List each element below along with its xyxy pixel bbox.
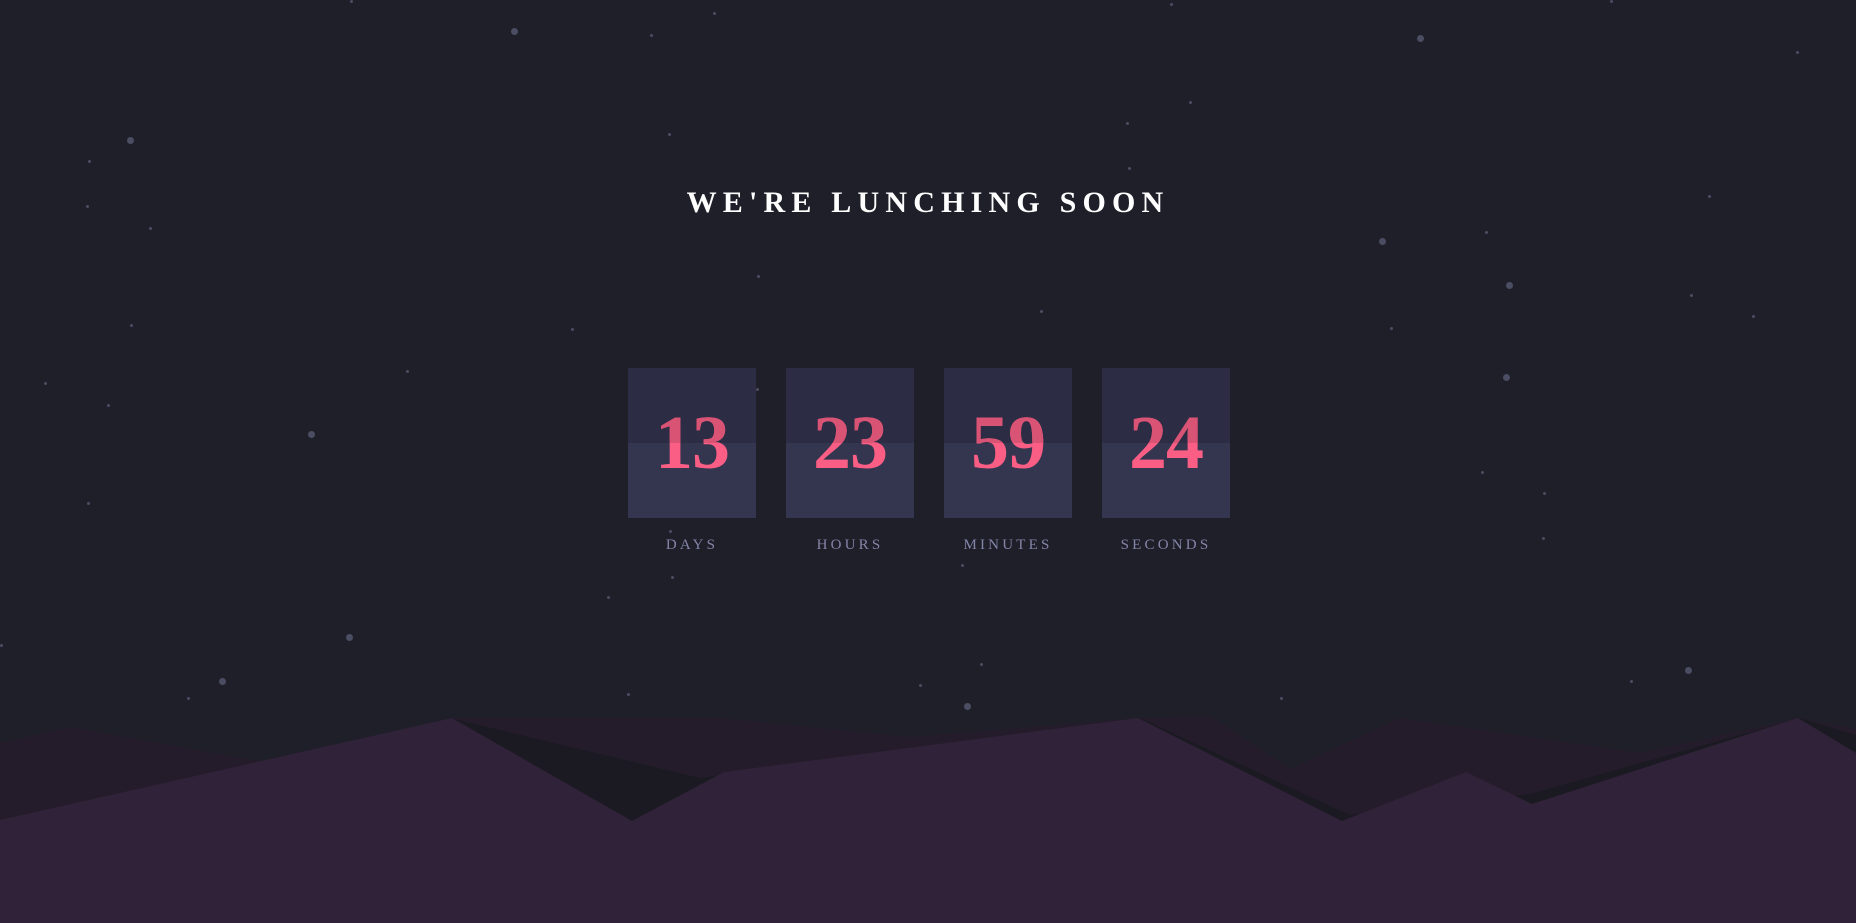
star-dot <box>87 159 91 163</box>
star-dot <box>405 369 409 373</box>
star-dot <box>1502 373 1510 381</box>
star-dot <box>1505 281 1513 289</box>
star-dot <box>756 274 760 278</box>
star-dot <box>918 683 922 687</box>
star-dot <box>570 327 574 331</box>
star-dot <box>1484 230 1488 234</box>
star-dot <box>979 662 983 666</box>
star-dot <box>1416 34 1424 42</box>
star-dot <box>43 381 47 385</box>
star-dot <box>1751 314 1755 318</box>
star-dot <box>1542 491 1546 495</box>
star-dot <box>1684 666 1692 674</box>
star-dot <box>1125 121 1129 125</box>
star-dot <box>307 430 315 438</box>
star-dot <box>649 33 653 37</box>
card-top-digits: 24 <box>1102 368 1230 443</box>
minutes-label: MINUTES <box>963 537 1053 553</box>
star-dot <box>1795 50 1799 54</box>
card-top-digits: 13 <box>628 368 756 443</box>
hours-card: 23 23 <box>786 368 914 518</box>
star-dot <box>148 226 152 230</box>
star-dot <box>960 563 964 567</box>
seconds-value-top: 24 <box>1129 401 1204 443</box>
hours-value-top: 23 <box>813 401 888 443</box>
star-dot <box>1541 536 1545 540</box>
star-dot <box>1389 326 1393 330</box>
star-dot <box>626 692 630 696</box>
star-dot <box>1169 2 1173 6</box>
star-dot <box>1188 100 1192 104</box>
star-dot <box>963 702 971 710</box>
star-dot <box>345 633 353 641</box>
star-dot <box>1378 237 1386 245</box>
hills-illustration <box>0 716 1856 923</box>
star-dot <box>349 0 353 3</box>
seconds-card: 24 24 <box>1102 368 1230 518</box>
star-dot <box>1480 470 1484 474</box>
star-dot <box>1629 679 1633 683</box>
star-dot <box>1279 696 1283 700</box>
minutes-value-top: 59 <box>971 401 1046 443</box>
star-dot <box>670 575 674 579</box>
hours-label: HOURS <box>816 537 884 553</box>
countdown-days: 13 13 DAYS <box>628 368 756 554</box>
star-dot <box>1127 166 1131 170</box>
star-dot <box>129 323 133 327</box>
star-dot <box>1609 0 1613 3</box>
countdown-timer: 13 13 DAYS 23 23 HOURS 59 59 MINUTES 24 … <box>628 368 1230 554</box>
minutes-card: 59 59 <box>944 368 1072 518</box>
days-label: DAYS <box>665 537 719 553</box>
star-dot <box>0 643 3 647</box>
days-card: 13 13 <box>628 368 756 518</box>
star-dot <box>606 595 610 599</box>
star-dot <box>126 136 134 144</box>
page-title: WE'RE LUNCHING SOON <box>686 186 1170 219</box>
card-top-digits: 23 <box>786 368 914 443</box>
star-dot <box>86 501 90 505</box>
countdown-minutes: 59 59 MINUTES <box>944 368 1072 554</box>
star-dot <box>1689 293 1693 297</box>
seconds-label: SECONDS <box>1120 537 1212 553</box>
star-dot <box>1039 309 1043 313</box>
star-dot <box>186 696 190 700</box>
star-dot <box>510 27 518 35</box>
countdown-hours: 23 23 HOURS <box>786 368 914 554</box>
star-dot <box>667 132 671 136</box>
days-value-top: 13 <box>655 401 730 443</box>
star-dot <box>712 11 716 15</box>
countdown-seconds: 24 24 SECONDS <box>1102 368 1230 554</box>
star-dot <box>218 677 226 685</box>
card-top-digits: 59 <box>944 368 1072 443</box>
star-dot <box>106 403 110 407</box>
